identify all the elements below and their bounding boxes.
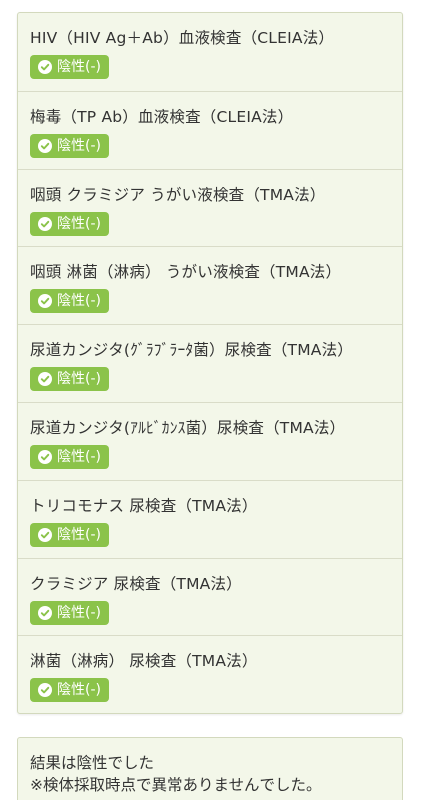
check-circle-icon [38,372,52,387]
test-results-card: HIV（HIV Ag＋Ab）血液検査（CLEIA法） 陰性(-) 梅毒（TP A… [17,12,403,715]
test-name: 尿道カンジタ(ｱﾙﾋﾞｶﾝｽ菌）尿検査（TMA法） [30,418,346,437]
test-row: HIV（HIV Ag＋Ab）血液検査（CLEIA法） 陰性(-) [18,13,402,91]
result-label: 陰性(-) [57,215,101,232]
negative-result-badge: 陰性(-) [30,289,109,314]
result-label: 陰性(-) [57,604,101,621]
test-name: 尿道カンジタ(ｸﾞﾗﾌﾞﾗｰﾀ菌）尿検査（TMA法） [30,341,353,360]
test-name: クラミジア 尿検査（TMA法） [30,574,242,593]
test-row: 咽頭 クラミジア うがい液検査（TMA法） 陰性(-) [18,168,402,247]
check-circle-icon [38,60,52,74]
negative-result-badge: 陰性(-) [30,133,109,158]
summary-note-text: ※検体採取時点で異常ありませんでした。 [30,776,322,794]
test-row: 淋菌（淋病） 尿検査（TMA法） 陰性(-) [18,635,402,713]
test-row: クラミジア 尿検査（TMA法） 陰性(-) [18,557,402,636]
result-label: 陰性(-) [57,526,101,543]
negative-result-badge: 陰性(-) [30,367,109,392]
test-name: 淋菌（淋病） 尿検査（TMA法） [30,652,258,671]
test-row: 梅毒（TP Ab）血液検査（CLEIA法） 陰性(-) [18,90,402,169]
test-results-page: HIV（HIV Ag＋Ab）血液検査（CLEIA法） 陰性(-) 梅毒（TP A… [0,0,422,800]
check-circle-icon [38,449,52,464]
test-name: 咽頭 淋菌（淋病） うがい液検査（TMA法） [30,263,342,282]
test-row: 咽頭 淋菌（淋病） うがい液検査（TMA法） 陰性(-) [18,246,402,324]
check-circle-icon [38,605,52,620]
test-name: HIV（HIV Ag＋Ab）血液検査（CLEIA法） [30,29,335,47]
test-row: 尿道カンジタ(ｸﾞﾗﾌﾞﾗｰﾀ菌）尿検査（TMA法） 陰性(-) [18,324,402,402]
result-label: 陰性(-) [57,682,101,699]
test-name: 咽頭 クラミジア うがい液検査（TMA法） [30,185,326,204]
test-row: トリコモナス 尿検査（TMA法） 陰性(-) [18,479,402,558]
result-label: 陰性(-) [57,448,101,465]
check-circle-icon [38,683,52,698]
negative-result-badge: 陰性(-) [30,522,109,547]
check-circle-icon [38,216,52,231]
test-name: 梅毒（TP Ab）血液検査（CLEIA法） [30,107,294,126]
negative-result-badge: 陰性(-) [30,55,109,79]
negative-result-badge: 陰性(-) [30,600,109,625]
result-label: 陰性(-) [57,371,101,388]
result-label: 陰性(-) [57,59,101,75]
negative-result-badge: 陰性(-) [30,678,109,703]
negative-result-badge: 陰性(-) [30,211,109,236]
check-circle-icon [38,527,52,542]
result-label: 陰性(-) [57,137,101,154]
summary-result-text: 結果は陰性でした [30,754,155,772]
check-circle-icon [38,138,52,153]
negative-result-badge: 陰性(-) [30,444,109,469]
result-label: 陰性(-) [57,293,101,310]
test-row: 尿道カンジタ(ｱﾙﾋﾞｶﾝｽ菌）尿検査（TMA法） 陰性(-) [18,401,402,480]
test-name: トリコモナス 尿検査（TMA法） [30,496,258,515]
check-circle-icon [38,294,52,309]
result-summary-card: 結果は陰性でした ※検体採取時点で異常ありませんでした。 [17,737,403,800]
